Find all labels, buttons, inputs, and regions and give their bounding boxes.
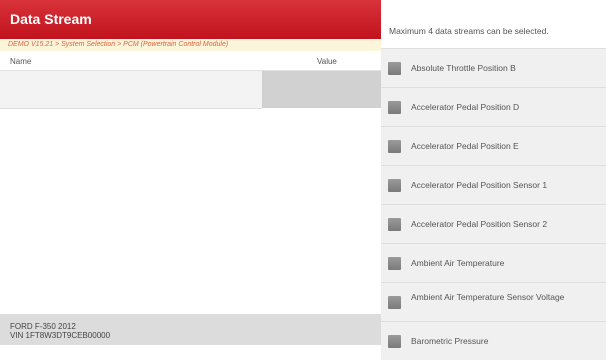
page-title: Data Stream <box>0 0 381 39</box>
table-row-value-cell[interactable] <box>262 71 381 108</box>
table-header: Name Value <box>0 51 381 71</box>
stream-item[interactable]: Ambient Air Temperature Sensor Voltage <box>381 282 606 321</box>
checkbox[interactable] <box>388 101 401 114</box>
checkbox[interactable] <box>388 218 401 231</box>
checkbox[interactable] <box>388 62 401 75</box>
stream-item-label: Accelerator Pedal Position E <box>411 141 519 151</box>
checkbox[interactable] <box>388 140 401 153</box>
stream-item[interactable]: Barometric Pressure <box>381 321 606 360</box>
stream-item[interactable]: Accelerator Pedal Position Sensor 1 <box>381 165 606 204</box>
checkbox[interactable] <box>388 179 401 192</box>
stream-item[interactable]: Accelerator Pedal Position E <box>381 126 606 165</box>
breadcrumb: DEMO V15.21 > System Selection > PCM (Po… <box>0 39 381 51</box>
vehicle-model: FORD F-350 2012 <box>10 322 76 331</box>
column-header-value: Value <box>317 57 337 66</box>
checkbox[interactable] <box>388 335 401 348</box>
stream-item-label: Absolute Throttle Position B <box>411 63 516 73</box>
stream-item-label: Accelerator Pedal Position D <box>411 102 520 112</box>
stream-item[interactable]: Absolute Throttle Position B <box>381 48 606 87</box>
stream-item[interactable]: Accelerator Pedal Position Sensor 2 <box>381 204 606 243</box>
stream-item[interactable]: Ambient Air Temperature <box>381 243 606 282</box>
stream-item-label: Ambient Air Temperature <box>411 258 505 268</box>
vehicle-vin: VIN 1FT8W3DT9CEB00000 <box>10 331 111 340</box>
column-header-name: Name <box>10 57 32 66</box>
checkbox[interactable] <box>388 296 401 309</box>
table-row-name-cell[interactable] <box>0 71 262 109</box>
stream-item-label: Ambient Air Temperature Sensor Voltage <box>411 292 565 302</box>
stream-selection-panel: Maximum 4 data streams can be selected. … <box>381 0 606 360</box>
vehicle-info: FORD F-350 2012 VIN 1FT8W3DT9CEB00000 <box>0 314 381 345</box>
stream-item-label: Accelerator Pedal Position Sensor 2 <box>411 219 548 229</box>
checkbox[interactable] <box>388 257 401 270</box>
data-panel: Data Stream DEMO V15.21 > System Selecti… <box>0 0 381 345</box>
stream-item-label: Accelerator Pedal Position Sensor 1 <box>411 180 548 190</box>
stream-item[interactable]: Accelerator Pedal Position D <box>381 87 606 126</box>
